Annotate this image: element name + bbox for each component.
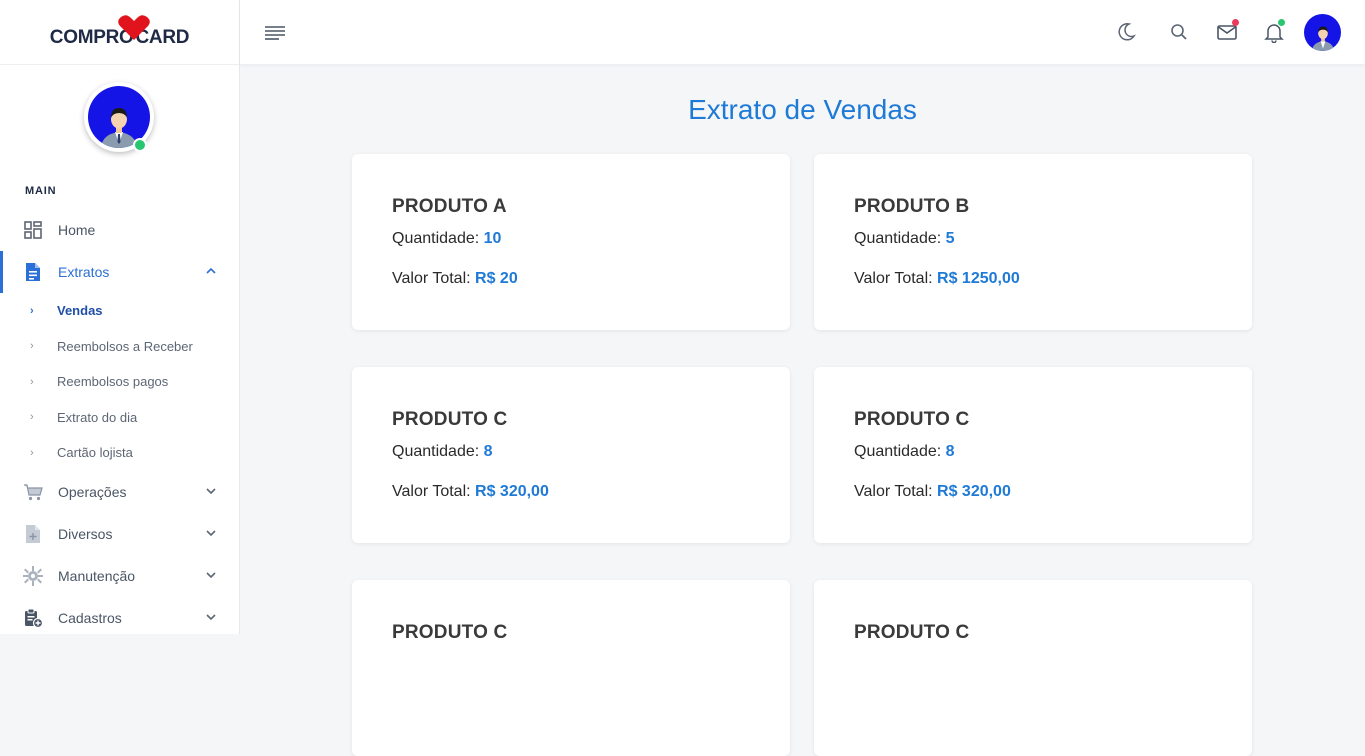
submenu-item-reembolsos-pagos[interactable]: › Reembolsos pagos (0, 364, 239, 400)
submenu-item-extrato-do-dia[interactable]: › Extrato do dia (0, 400, 239, 436)
sidebar-item-operacoes[interactable]: Operações (0, 471, 239, 513)
top-header (240, 0, 1365, 65)
sidebar-item-label: Diversos (58, 525, 113, 542)
product-name: PRODUTO A (392, 196, 507, 217)
submenu-label: Reembolsos a Receber (57, 338, 193, 354)
product-card: PRODUTO C (352, 580, 790, 756)
chevron-right-icon: › (30, 375, 34, 388)
dashboard-icon (23, 220, 43, 240)
gear-icon (23, 565, 43, 586)
product-card: PRODUTO C Quantidade: 8 Valor Total: R$ … (814, 367, 1252, 543)
quantity-line: Quantidade: 8 (854, 443, 955, 460)
sidebar-menu: Home Extratos › Vendas › Reembolsos a Re… (0, 209, 239, 634)
chevron-right-icon: › (30, 304, 34, 317)
chevron-right-icon: › (30, 411, 34, 424)
menu-caption: MAIN (25, 185, 57, 197)
product-card: PRODUTO C (814, 580, 1252, 756)
product-card: PRODUTO B Quantidade: 5 Valor Total: R$ … (814, 154, 1252, 330)
quantity-value: 10 (483, 230, 502, 247)
product-card: PRODUTO A Quantidade: 10 Valor Total: R$… (352, 154, 790, 330)
chevron-down-icon (206, 487, 216, 494)
submenu-item-vendas[interactable]: › Vendas (0, 293, 239, 329)
chevron-up-icon (206, 267, 216, 274)
submenu-label: Extrato do dia (57, 409, 138, 425)
total-line: Valor Total: R$ 1250,00 (854, 270, 1020, 287)
sidebar-item-label: Manutenção (58, 567, 136, 584)
product-name: PRODUTO C (392, 622, 508, 643)
sidebar-item-manutencao[interactable]: Manutenção (0, 555, 239, 597)
total-value: R$ 20 (475, 270, 518, 287)
sidebar-item-extratos[interactable]: Extratos (0, 251, 239, 293)
product-name: PRODUTO C (392, 409, 508, 430)
sidebar-item-label: Extratos (58, 264, 110, 280)
total-line: Valor Total: R$ 320,00 (392, 483, 549, 500)
clipboard-add-icon (23, 608, 43, 628)
total-value: R$ 320,00 (475, 483, 549, 500)
sidebar-item-label: Operações (58, 483, 127, 500)
total-value: R$ 320,00 (937, 483, 1011, 500)
avatar[interactable] (1304, 14, 1341, 51)
file-add-icon (23, 524, 43, 544)
chevron-down-icon (206, 613, 216, 620)
sidebar: COMPRO CARD MAIN Home Extratos › Vendas … (0, 0, 240, 634)
product-name: PRODUTO C (854, 622, 970, 643)
moon-icon[interactable] (1115, 21, 1137, 43)
search-icon[interactable] (1168, 21, 1190, 43)
sidebar-item-label: Home (58, 222, 96, 238)
menu-icon[interactable] (264, 25, 286, 41)
submenu-item-cartao-lojista[interactable]: › Cartão lojista (0, 435, 239, 471)
mail-badge (1232, 19, 1239, 26)
quantity-value: 8 (945, 443, 955, 460)
heart-logo-icon (118, 15, 150, 41)
sidebar-item-diversos[interactable]: Diversos (0, 513, 239, 555)
total-line: Valor Total: R$ 320,00 (854, 483, 1011, 500)
product-name: PRODUTO C (854, 409, 970, 430)
quantity-line: Quantidade: 8 (392, 443, 493, 460)
cart-icon (23, 482, 43, 502)
document-icon (23, 262, 43, 282)
sidebar-item-cadastros[interactable]: Cadastros (0, 597, 239, 635)
bell-badge (1278, 19, 1285, 26)
user-profile (0, 65, 239, 165)
chevron-right-icon: › (30, 340, 34, 353)
user-avatar-icon (1311, 26, 1334, 51)
online-status-dot (133, 138, 147, 152)
chevron-down-icon (206, 529, 216, 536)
total-line: Valor Total: R$ 20 (392, 270, 518, 287)
page-title: Extrato de Vendas (688, 94, 917, 125)
chevron-right-icon: › (30, 446, 34, 459)
quantity-value: 8 (483, 443, 493, 460)
brand-logo[interactable]: COMPRO CARD (0, 0, 239, 65)
chevron-down-icon (206, 571, 216, 578)
submenu-label: Reembolsos pagos (57, 374, 169, 390)
quantity-line: Quantidade: 10 (392, 230, 502, 247)
total-value: R$ 1250,00 (937, 270, 1020, 287)
quantity-line: Quantidade: 5 (854, 230, 955, 247)
submenu-label: Cartão lojista (57, 445, 133, 461)
product-name: PRODUTO B (854, 196, 970, 217)
submenu-label: Vendas (57, 303, 103, 319)
product-card: PRODUTO C Quantidade: 8 Valor Total: R$ … (352, 367, 790, 543)
sidebar-item-label: Cadastros (58, 609, 122, 626)
submenu-item-reembolsos-a-receber[interactable]: › Reembolsos a Receber (0, 329, 239, 365)
quantity-value: 5 (945, 230, 955, 247)
sidebar-item-home[interactable]: Home (0, 209, 239, 251)
